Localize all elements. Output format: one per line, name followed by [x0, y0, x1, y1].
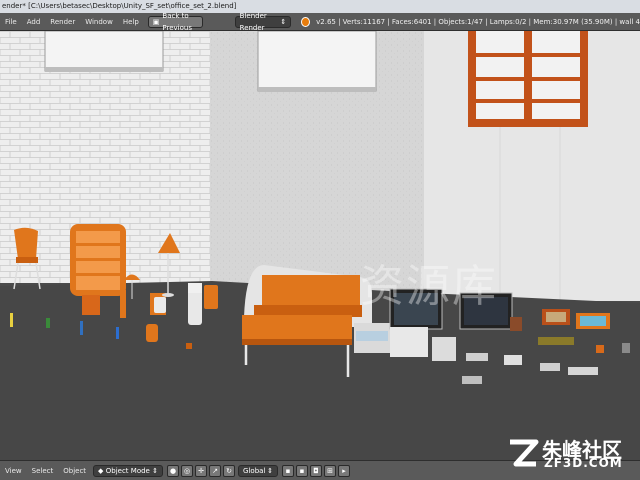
shading-icon[interactable]: ●: [167, 464, 180, 477]
layer-icon-1[interactable]: ▪: [282, 464, 295, 477]
updown-arrows-icon: ⇕: [280, 17, 287, 26]
window-title-bar: ender* [C:\Users\betasec\Desktop\Unity_S…: [0, 0, 640, 13]
wall-window-1: [44, 31, 164, 72]
wall-window-2: [257, 31, 377, 92]
mode-value: Object Mode: [105, 466, 150, 475]
render-engine-value: Blender Render: [239, 11, 267, 32]
screen-icon: ▣: [152, 17, 160, 26]
scene-statistics: v2.65 | Verts:11167 | Faces:6401 | Objec…: [316, 17, 640, 26]
updown-arrows-icon: ⇕: [267, 466, 274, 475]
render-icon[interactable]: ▸: [338, 464, 351, 477]
pivot-icon[interactable]: ◎: [181, 464, 194, 477]
menu-file[interactable]: File: [0, 18, 22, 26]
window-title: ender* [C:\Users\betasec\Desktop\Unity_S…: [2, 2, 237, 10]
wooden-window: [468, 31, 588, 127]
translate-icon[interactable]: ↗: [209, 464, 222, 477]
watermark-logo: 朱峰社区 ZF3D.COM: [506, 432, 636, 474]
mode-select[interactable]: ◆ Object Mode ⇕: [93, 464, 164, 477]
lock-icon[interactable]: ◘: [310, 464, 323, 477]
info-header: File Add Render Window Help ▣ Back to Pr…: [0, 12, 640, 32]
3d-viewport[interactable]: [0, 31, 640, 460]
rotate-icon[interactable]: ↻: [223, 464, 236, 477]
menu-select[interactable]: Select: [27, 467, 59, 475]
menu-add[interactable]: Add: [22, 18, 46, 26]
snap-icon[interactable]: ⊞: [324, 464, 337, 477]
watermark-logo-en: ZF3D.COM: [544, 456, 623, 470]
layer-icon-2[interactable]: ▪: [296, 464, 309, 477]
object-mode-icon: ◆: [98, 466, 104, 475]
trash-bin: [154, 297, 166, 313]
zf-logo-icon: [510, 439, 539, 467]
scene-render: [0, 31, 640, 460]
menu-help[interactable]: Help: [118, 18, 144, 26]
watermark-text: 资源库: [360, 261, 498, 312]
orientation-select[interactable]: Global ⇕: [238, 464, 279, 477]
menu-object[interactable]: Object: [58, 467, 91, 475]
orientation-value: Global: [243, 466, 266, 475]
orange-box: [82, 295, 100, 315]
render-engine-select[interactable]: Blender Render ⇕: [234, 12, 292, 32]
back-to-previous-button[interactable]: ▣ Back to Previous: [147, 12, 203, 32]
copier: [390, 327, 428, 357]
manipulator-icon[interactable]: ✛: [195, 464, 208, 477]
back-to-previous-label: Back to Previous: [162, 11, 192, 32]
menu-view[interactable]: View: [0, 467, 27, 475]
updown-arrows-icon: ⇕: [152, 466, 159, 475]
blender-logo-icon: [301, 16, 311, 27]
menu-window[interactable]: Window: [80, 18, 118, 26]
orange-shelf: [70, 224, 126, 296]
menu-render[interactable]: Render: [45, 18, 80, 26]
